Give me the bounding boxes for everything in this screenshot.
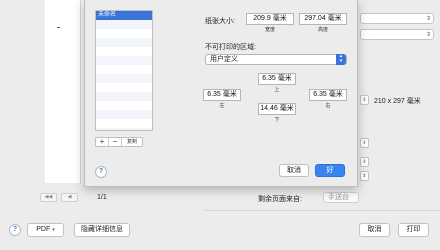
paper-size-list[interactable]: 未命名	[95, 10, 153, 131]
page-navigator: ◀◀ ◀	[40, 193, 78, 202]
option-select-1[interactable]: ⇕	[360, 138, 369, 148]
pdf-label: PDF	[36, 226, 51, 233]
empty-list-row	[96, 92, 152, 101]
add-size-button[interactable]: +	[96, 138, 108, 146]
print-button[interactable]: 打印	[398, 223, 429, 237]
page-preview	[45, 0, 81, 183]
list-item[interactable]: 未命名	[96, 11, 152, 20]
sheet-help-button[interactable]: ?	[95, 166, 107, 178]
remaining-pages-value: 手送台	[328, 194, 349, 201]
margin-left-caption: 左	[219, 103, 225, 109]
empty-list-row	[96, 74, 152, 83]
non-printable-area-value: 用户定义	[210, 56, 238, 63]
margin-top-caption: 上	[274, 87, 280, 93]
sheet-cancel-label: 取消	[287, 167, 301, 174]
paper-height-field[interactable]: 297.04 毫米	[299, 13, 347, 25]
margin-right-caption: 右	[325, 103, 331, 109]
margin-bottom-caption: 下	[274, 117, 280, 123]
paper-width-field[interactable]: 209.9 毫米	[246, 13, 294, 25]
print-cancel-button[interactable]: 取消	[359, 223, 390, 237]
chevron-updown-icon: ▴ ▾	[336, 54, 346, 65]
empty-list-row	[96, 38, 152, 47]
empty-list-row	[96, 29, 152, 38]
sheet-cancel-button[interactable]: 取消	[279, 164, 309, 177]
empty-list-row	[96, 56, 152, 65]
previous-page-button[interactable]: ◀◀	[40, 193, 57, 202]
empty-list-row	[96, 128, 152, 130]
empty-list-row	[96, 101, 152, 110]
margin-bottom-field[interactable]: 14.46 毫米	[258, 103, 296, 115]
presets-select[interactable]: ⇕	[360, 29, 434, 40]
margin-top-field[interactable]: 6.35 毫米	[258, 73, 296, 85]
ok-label: 好	[326, 167, 334, 174]
empty-list-row	[96, 20, 152, 29]
printer-settings-select[interactable]: ⇕	[360, 13, 434, 24]
empty-list-row	[96, 65, 152, 74]
help-icon: ?	[12, 226, 18, 233]
page-counter: 1/1	[97, 194, 107, 201]
margin-right-field[interactable]: 6.35 毫米	[309, 89, 347, 101]
paper-width-caption: 宽度	[264, 27, 275, 33]
empty-list-row	[96, 83, 152, 92]
divider	[205, 210, 440, 211]
empty-list-row	[96, 119, 152, 128]
option-select-2[interactable]: ⇕	[360, 157, 369, 167]
hide-details-label: 隐藏详细信息	[81, 226, 123, 233]
back-page-button[interactable]: ◀	[61, 193, 78, 202]
print-label: 打印	[406, 226, 421, 233]
margin-left-field[interactable]: 6.35 毫米	[203, 89, 241, 101]
remaining-pages-select[interactable]: 手送台	[323, 192, 359, 203]
chevron-updown-icon: ⇕	[425, 16, 431, 22]
non-printable-area-select[interactable]: 用户定义 ▴ ▾	[205, 54, 347, 65]
print-cancel-label: 取消	[367, 226, 382, 233]
print-help-button[interactable]: ?	[9, 224, 21, 236]
chevron-down-icon: ▾	[52, 227, 55, 233]
duplicate-size-button[interactable]: 复制	[122, 138, 142, 146]
pdf-menu-button[interactable]: PDF ▾	[27, 223, 64, 237]
paper-size-select[interactable]: ⇕	[360, 95, 369, 105]
empty-list-row	[96, 47, 152, 56]
paper-size-label: 纸张大小:	[205, 18, 235, 25]
hide-details-button[interactable]: 隐藏详细信息	[74, 223, 130, 237]
remaining-pages-label: 剩余页面来自:	[258, 196, 302, 203]
paper-height-caption: 高度	[317, 27, 328, 33]
custom-paper-size-sheet: 未命名 + − 复制 纸张大小: 209.9 毫米 宽度 297.04 毫米 高…	[84, 0, 358, 187]
empty-list-row	[96, 110, 152, 119]
remove-size-button[interactable]: −	[109, 138, 121, 146]
preview-content-mark	[57, 27, 60, 28]
ok-button[interactable]: 好	[315, 164, 345, 177]
paper-size-value: 210 x 297 毫米	[374, 98, 421, 105]
chevron-updown-icon: ⇕	[425, 32, 431, 38]
list-controls: + − 复制	[95, 137, 144, 147]
help-icon: ?	[98, 168, 104, 175]
option-select-3[interactable]: ⇕	[360, 171, 369, 181]
non-printable-area-label: 不可打印的区域:	[205, 44, 256, 51]
